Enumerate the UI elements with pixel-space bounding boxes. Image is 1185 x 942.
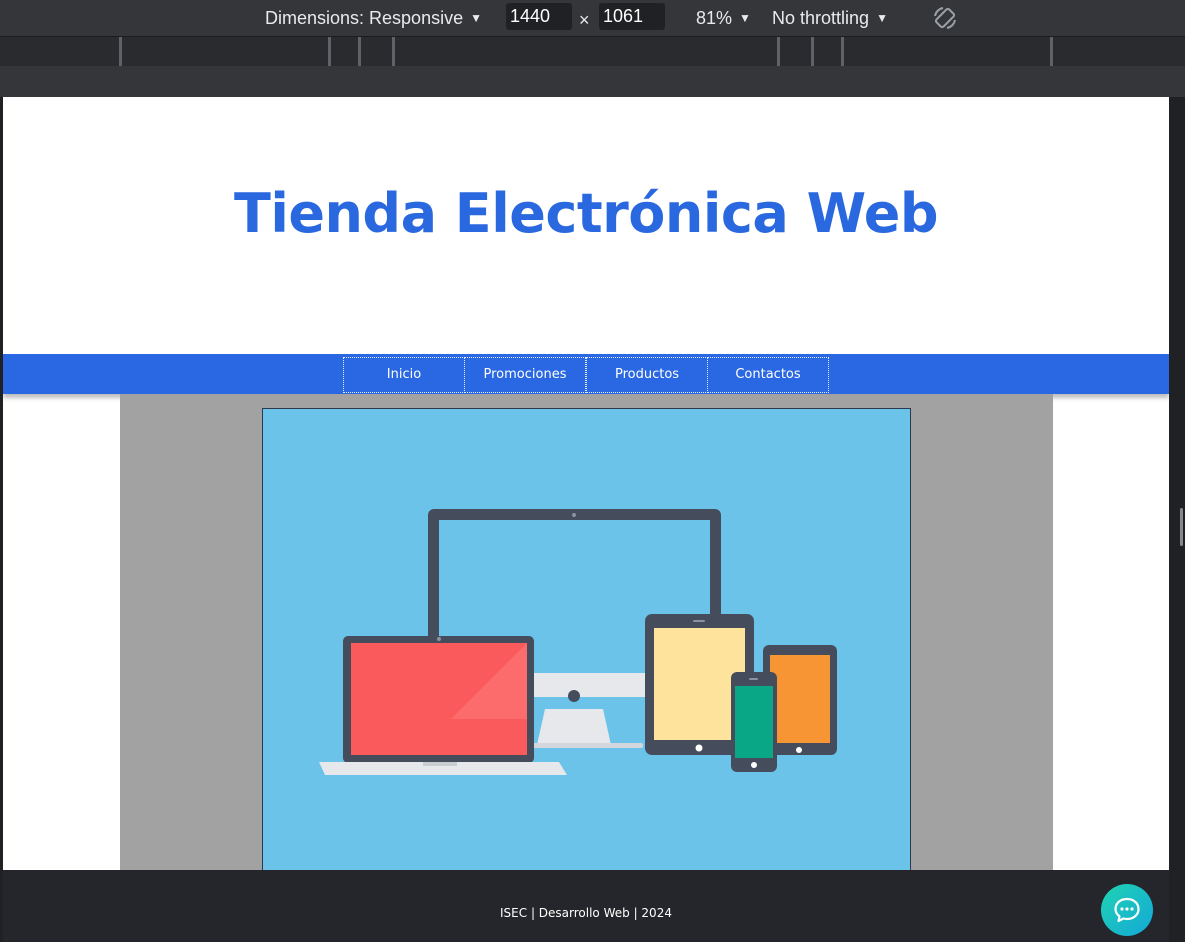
- throttling-label: No throttling: [772, 8, 870, 28]
- ruler-tick[interactable]: [811, 37, 814, 66]
- chevron-down-icon: ▼: [876, 11, 888, 25]
- scrollbar[interactable]: [1180, 508, 1183, 546]
- nav-item-productos[interactable]: Productos: [586, 357, 708, 393]
- ruler-tick[interactable]: [119, 37, 122, 66]
- ruler-tick[interactable]: [1050, 37, 1053, 66]
- zoom-label: 81%: [696, 8, 733, 28]
- devices-illustration: [319, 509, 837, 775]
- chevron-down-icon: ▼: [739, 11, 751, 25]
- media-query-ruler: [0, 36, 1185, 66]
- nav-item-contactos[interactable]: Contactos: [707, 357, 829, 393]
- width-input[interactable]: 1440: [506, 3, 572, 30]
- site-title: Tienda Electrónica Web: [234, 182, 939, 245]
- chat-bubble-icon: [1114, 897, 1140, 923]
- page-viewport: Tienda Electrónica Web Inicio Promocione…: [3, 97, 1169, 942]
- main-navbar: Inicio Promociones Productos Contactos: [3, 354, 1169, 394]
- chevron-down-icon: ▼: [470, 11, 482, 25]
- ruler-tick[interactable]: [358, 37, 361, 66]
- zoom-dropdown[interactable]: 81% ▼: [696, 0, 751, 36]
- dimensions-label: Dimensions: Responsive: [265, 8, 464, 28]
- devtools-gutter: [0, 66, 1185, 97]
- chat-widget-button[interactable]: [1101, 884, 1153, 936]
- footer-text: ISEC | Desarrollo Web | 2024: [500, 906, 672, 920]
- ruler-tick[interactable]: [328, 37, 331, 66]
- devtools-device-toolbar: Dimensions: Responsive ▼ 1440 × 1061 81% ▼…: [0, 0, 1185, 36]
- nav-item-inicio[interactable]: Inicio: [343, 357, 465, 393]
- dimensions-dropdown[interactable]: Dimensions: Responsive ▼: [265, 0, 482, 36]
- hero-image: [262, 408, 911, 870]
- site-header: Tienda Electrónica Web: [3, 97, 1169, 354]
- rotate-icon[interactable]: [931, 4, 959, 32]
- site-footer: ISEC | Desarrollo Web | 2024: [3, 870, 1169, 942]
- ruler-tick[interactable]: [392, 37, 395, 66]
- height-input[interactable]: 1061: [599, 3, 665, 30]
- ruler-tick[interactable]: [777, 37, 780, 66]
- ruler-tick[interactable]: [841, 37, 844, 66]
- nav-item-promociones[interactable]: Promociones: [464, 357, 586, 393]
- throttling-dropdown[interactable]: No throttling ▼: [772, 0, 888, 36]
- times-symbol: ×: [579, 10, 590, 30]
